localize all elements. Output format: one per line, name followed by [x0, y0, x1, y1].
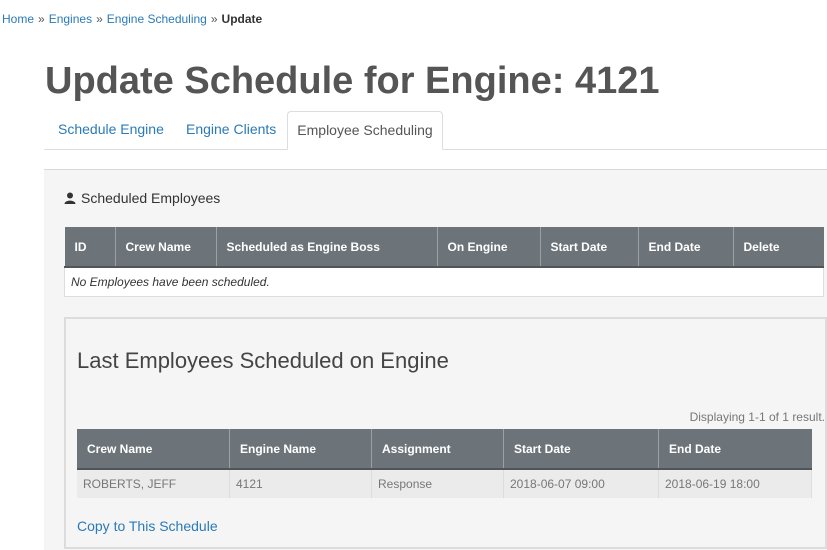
scheduled-employees-label: Scheduled Employees: [81, 190, 221, 206]
cell-start-date: 2018-06-07 09:00: [503, 469, 659, 498]
tab-engine-clients[interactable]: Engine Clients: [186, 111, 276, 148]
tab-employee-scheduling[interactable]: Employee Scheduling: [287, 111, 443, 150]
cell-crew-name: ROBERTS, JEFF: [77, 469, 230, 498]
column-header-start-date[interactable]: Start Date: [503, 429, 659, 470]
employee-scheduling-panel: Scheduled Employees ID Crew Name Schedul…: [44, 169, 827, 550]
breadcrumb-separator: »: [210, 12, 218, 26]
breadcrumb-engines-link[interactable]: Engines: [49, 12, 92, 26]
breadcrumb-home-link[interactable]: Home: [2, 12, 34, 26]
column-header-on-engine[interactable]: On Engine: [437, 227, 541, 268]
column-header-assignment[interactable]: Assignment: [371, 429, 504, 470]
breadcrumb-separator: »: [96, 12, 103, 26]
scheduled-employees-heading: Scheduled Employees: [64, 190, 220, 206]
breadcrumb-current: Update: [221, 12, 263, 26]
page-title: Update Schedule for Engine: 4121: [45, 60, 660, 102]
cell-end-date: 2018-06-19 18:00: [658, 469, 812, 498]
empty-message: No Employees have been scheduled.: [64, 266, 824, 297]
column-header-crew-name[interactable]: Crew Name: [115, 227, 217, 268]
last-scheduled-title: Last Employees Scheduled on Engine: [77, 348, 449, 373]
user-icon: [64, 191, 76, 204]
copy-to-schedule-link[interactable]: Copy to This Schedule: [77, 518, 218, 534]
table-header-row: Crew Name Engine Name Assignment Start D…: [77, 429, 812, 470]
column-header-engine-name[interactable]: Engine Name: [229, 429, 372, 470]
column-header-start-date[interactable]: Start Date: [540, 227, 639, 268]
breadcrumb-separator: »: [38, 12, 45, 26]
last-scheduled-table: Crew Name Engine Name Assignment Start D…: [77, 429, 812, 498]
table-row: No Employees have been scheduled.: [64, 266, 824, 297]
table-row[interactable]: ROBERTS, JEFF 4121 Response 2018-06-07 0…: [77, 469, 812, 498]
cell-assignment: Response: [371, 469, 504, 498]
column-header-id[interactable]: ID: [64, 227, 116, 268]
column-header-delete[interactable]: Delete: [733, 227, 824, 268]
column-header-end-date[interactable]: End Date: [638, 227, 734, 268]
tab-schedule-engine[interactable]: Schedule Engine: [58, 111, 164, 148]
column-header-crew-name[interactable]: Crew Name: [77, 429, 230, 470]
scheduled-employees-table: ID Crew Name Scheduled as Engine Boss On…: [64, 227, 824, 297]
breadcrumb: Home» Engines» Engine Scheduling» Update: [2, 11, 262, 27]
cell-engine-name: 4121: [229, 469, 372, 498]
table-header-row: ID Crew Name Scheduled as Engine Boss On…: [64, 227, 824, 268]
breadcrumb-engine-scheduling-link[interactable]: Engine Scheduling: [107, 12, 207, 26]
last-scheduled-section: Last Employees Scheduled on Engine Displ…: [64, 317, 827, 549]
result-summary: Displaying 1-1 of 1 result.: [689, 410, 825, 424]
column-header-engine-boss[interactable]: Scheduled as Engine Boss: [216, 227, 438, 268]
column-header-end-date[interactable]: End Date: [658, 429, 812, 470]
tab-bar: Schedule Engine Engine Clients Employee …: [44, 111, 827, 150]
